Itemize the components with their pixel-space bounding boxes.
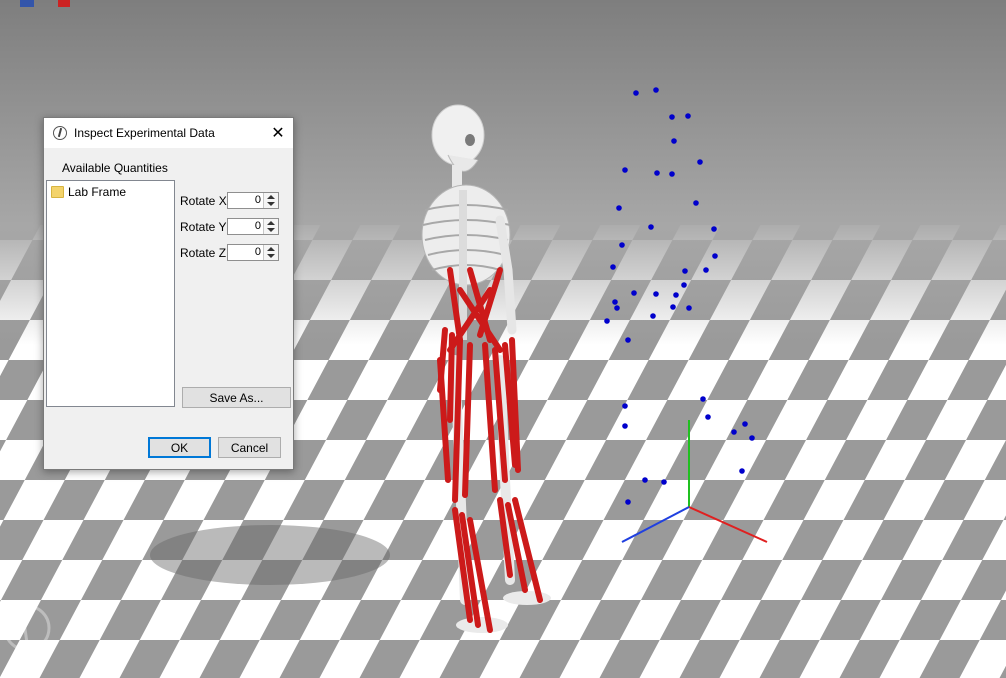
- rotate-x-value[interactable]: 0: [255, 194, 261, 206]
- rotate-z-label: Rotate Z: [180, 245, 227, 260]
- quantities-tree[interactable]: Lab Frame: [46, 180, 175, 407]
- rotate-y-spinner[interactable]: 0: [227, 218, 279, 235]
- rotate-y-stepper[interactable]: [263, 219, 278, 234]
- rotate-y-row: Rotate Y 0: [180, 218, 279, 235]
- left-foot: [456, 617, 508, 633]
- skull: [431, 104, 485, 166]
- save-as-button[interactable]: Save As...: [182, 387, 291, 408]
- inspect-experimental-data-dialog: Inspect Experimental Data ✕ Available Qu…: [43, 117, 294, 470]
- right-foot: [503, 591, 551, 605]
- available-quantities-label: Available Quantities: [62, 161, 168, 175]
- camera-icon[interactable]: [20, 0, 34, 7]
- rotate-y-label: Rotate Y: [180, 219, 227, 234]
- rotate-z-spinner[interactable]: 0: [227, 244, 279, 261]
- close-icon[interactable]: ✕: [263, 118, 293, 148]
- cancel-button[interactable]: Cancel: [218, 437, 281, 458]
- rotate-x-spinner[interactable]: 0: [227, 192, 279, 209]
- rotate-z-stepper[interactable]: [263, 245, 278, 260]
- ok-button[interactable]: OK: [148, 437, 211, 458]
- navigate-icon[interactable]: [58, 0, 70, 7]
- dialog-title: Inspect Experimental Data: [74, 126, 215, 140]
- rotate-x-row: Rotate X 0: [180, 192, 279, 209]
- spine: [459, 190, 467, 340]
- tree-item-lab-frame[interactable]: Lab Frame: [51, 185, 126, 199]
- opensim-app-icon: [53, 126, 67, 140]
- folder-icon: [51, 186, 64, 198]
- rotate-z-row: Rotate Z 0: [180, 244, 279, 261]
- dialog-titlebar[interactable]: Inspect Experimental Data ✕: [44, 118, 293, 148]
- rotate-x-stepper[interactable]: [263, 193, 278, 208]
- model-shadow: [150, 525, 390, 585]
- rotate-z-value[interactable]: 0: [255, 246, 261, 258]
- rotate-x-label: Rotate X: [180, 193, 227, 208]
- rotate-y-value[interactable]: 0: [255, 220, 261, 232]
- eye-socket: [465, 134, 475, 146]
- tree-item-label: Lab Frame: [68, 185, 127, 199]
